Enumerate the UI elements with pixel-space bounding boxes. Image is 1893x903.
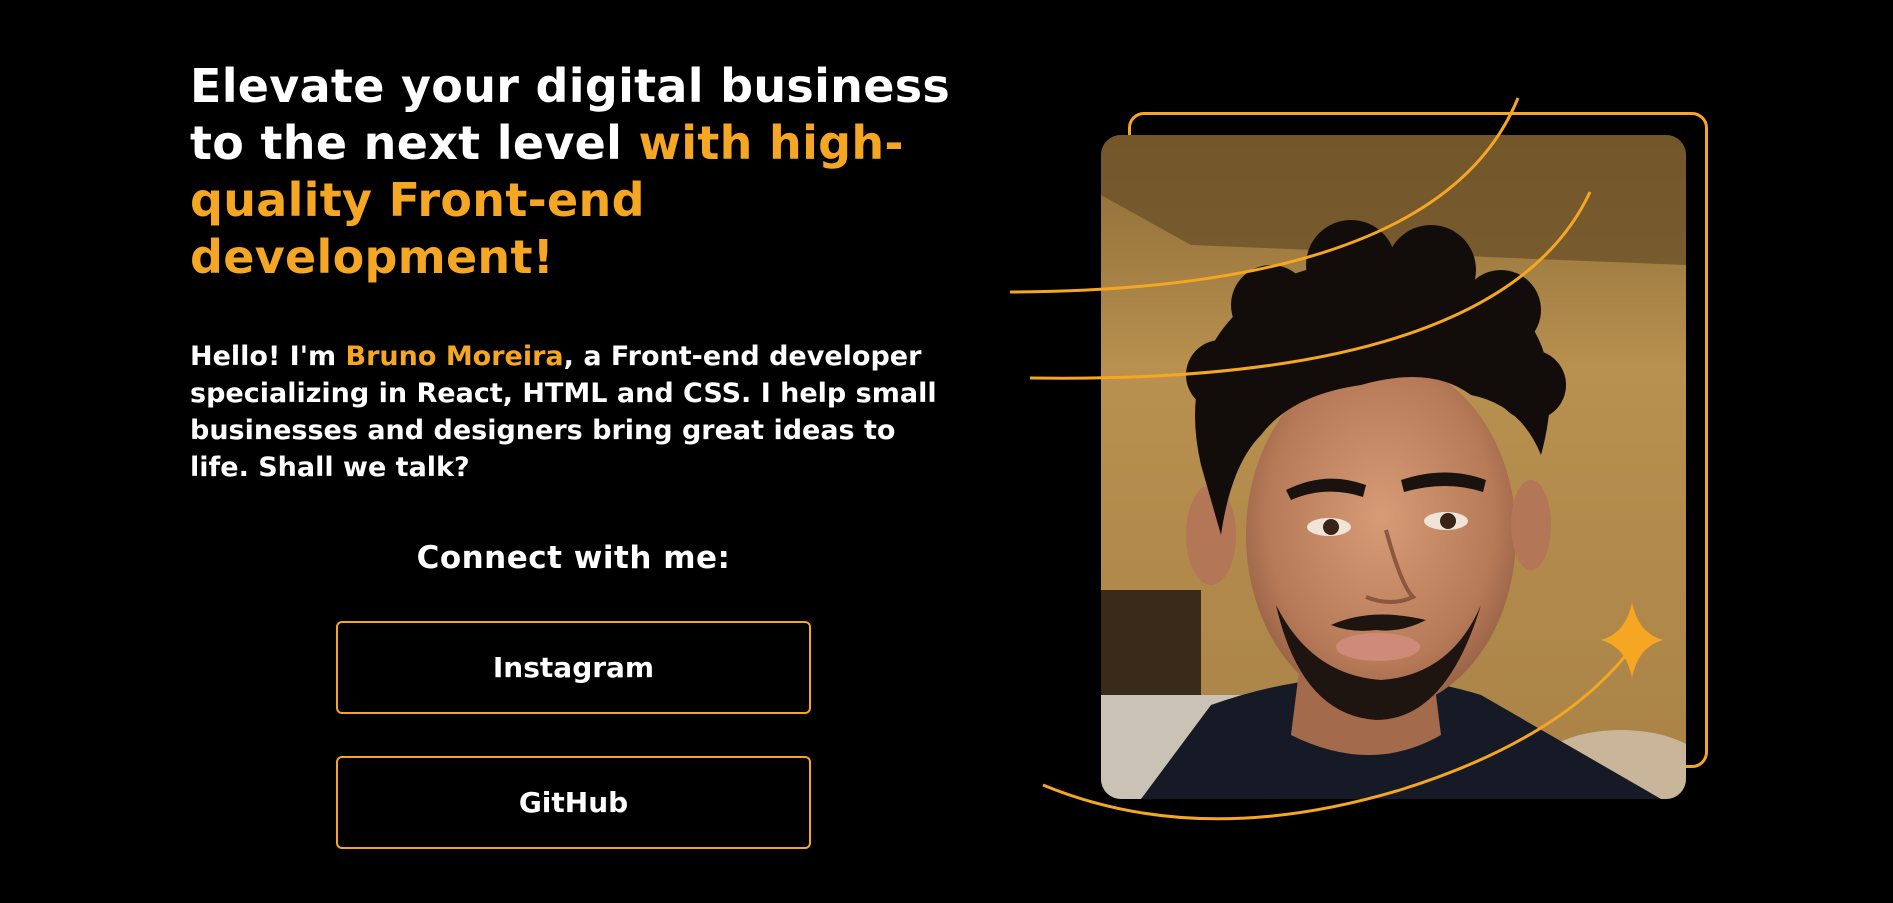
github-button[interactable]: GitHub [336, 756, 811, 849]
hero-headline: Elevate your digital business to the nex… [190, 58, 970, 286]
hero-text: Elevate your digital business to the nex… [190, 58, 970, 486]
connect-title: Connect with me: [416, 540, 731, 576]
intro-text-start: Hello! I'm [190, 341, 346, 372]
developer-name: Bruno Moreira [345, 341, 564, 372]
profile-photo [1101, 135, 1686, 799]
hero-section: Elevate your digital business to the nex… [0, 0, 1893, 903]
hero-intro: Hello! I'm Bruno Moreira, a Front-end de… [190, 338, 960, 486]
instagram-button[interactable]: Instagram [336, 621, 811, 714]
